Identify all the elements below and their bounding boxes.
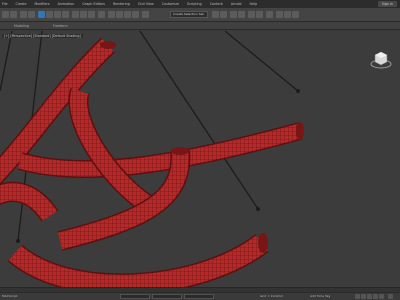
render-setup-icon[interactable] xyxy=(276,11,283,18)
scale-icon[interactable] xyxy=(88,11,95,18)
perspective-viewport[interactable]: [+] [Perspective] [Standard] [Default Sh… xyxy=(0,31,400,287)
chandelier-rings xyxy=(0,37,303,287)
tube-end-cap xyxy=(100,41,116,49)
menu-arnold[interactable]: Arnold xyxy=(231,2,242,6)
rotate-icon[interactable] xyxy=(80,11,87,18)
menu-animation[interactable]: Animation xyxy=(58,2,75,6)
sign-in-button[interactable]: Sign In xyxy=(377,1,397,7)
menu-civil-view[interactable]: Civil View xyxy=(138,2,154,6)
coord-y-field[interactable] xyxy=(152,294,182,299)
mirror-icon[interactable] xyxy=(212,11,219,18)
edit-named-selection-icon[interactable] xyxy=(142,11,149,18)
ribbon-toggle-icon[interactable] xyxy=(238,11,245,18)
percent-snap-icon[interactable] xyxy=(124,11,131,18)
previous-frame-icon[interactable] xyxy=(361,294,366,299)
tube-end-cap xyxy=(258,233,268,253)
menu-graph-editors[interactable]: Graph Editors xyxy=(82,2,105,6)
curve-editor-icon[interactable] xyxy=(248,11,255,18)
viewport-label[interactable]: [+] [Perspective] [Standard] [Default Sh… xyxy=(2,34,83,38)
tube-end-cap xyxy=(171,147,189,155)
maxscript-listener[interactable]: MAXScript xyxy=(2,294,17,298)
main-toolbar: Create Selection Set xyxy=(0,8,400,22)
play-icon[interactable] xyxy=(367,294,372,299)
grid-size-text: Grid = 10,0mm xyxy=(260,294,284,298)
selection-region-icon[interactable] xyxy=(54,11,61,18)
menu-create[interactable]: Create xyxy=(16,2,27,6)
coord-z-field[interactable] xyxy=(184,294,214,299)
cable-hook xyxy=(16,239,20,243)
cable-2 xyxy=(0,31,13,92)
align-icon[interactable] xyxy=(220,11,227,18)
cable-3 xyxy=(139,31,259,210)
menu-modifiers[interactable]: Modifiers xyxy=(35,2,50,6)
layer-explorer-icon[interactable] xyxy=(230,11,237,18)
status-bar: MAXScript Grid = 10,0mm Add Time Tag xyxy=(0,287,400,300)
unlink-icon[interactable] xyxy=(28,11,35,18)
viewcube-icon[interactable] xyxy=(370,49,392,69)
timeline-slider[interactable] xyxy=(0,288,400,293)
zoom-extents-icon[interactable] xyxy=(388,294,393,299)
window-crossing-icon[interactable] xyxy=(62,11,69,18)
material-editor-icon[interactable] xyxy=(266,11,273,18)
render-icon[interactable] xyxy=(292,11,299,18)
tube-end-cap xyxy=(296,122,304,140)
menu-rendering[interactable]: Rendering xyxy=(113,2,130,6)
rendered-frame-icon[interactable] xyxy=(284,11,291,18)
coord-x-field[interactable] xyxy=(120,294,150,299)
undo-icon[interactable] xyxy=(2,11,9,18)
go-to-start-icon[interactable] xyxy=(355,294,360,299)
scene-render xyxy=(0,31,304,287)
tab-freeform[interactable]: Freeform xyxy=(53,24,68,28)
add-time-tag-button[interactable]: Add Time Tag xyxy=(310,294,330,298)
spinner-snap-icon[interactable] xyxy=(132,11,139,18)
cable-hook xyxy=(296,89,300,93)
selection-set-dropdown[interactable]: Create Selection Set xyxy=(170,11,208,18)
go-to-end-icon[interactable] xyxy=(379,294,384,299)
menu-content[interactable]: Content xyxy=(210,2,223,6)
select-by-name-icon[interactable] xyxy=(46,11,53,18)
angle-snap-icon[interactable] xyxy=(116,11,123,18)
ribbon-tabs: Modeling Freeform xyxy=(0,22,400,30)
menu-scripting[interactable]: Scripting xyxy=(187,2,202,6)
cable-4 xyxy=(224,31,299,92)
cable-hook xyxy=(256,207,260,211)
select-object-icon[interactable] xyxy=(38,11,45,18)
tab-modeling[interactable]: Modeling xyxy=(14,24,29,28)
move-icon[interactable] xyxy=(72,11,79,18)
menu-help[interactable]: Help xyxy=(250,2,258,6)
pivot-icon[interactable] xyxy=(98,11,105,18)
menu-file[interactable]: File xyxy=(2,2,8,6)
link-icon[interactable] xyxy=(20,11,27,18)
snap-icon[interactable] xyxy=(108,11,115,18)
next-frame-icon[interactable] xyxy=(373,294,378,299)
menu-bar: File Create Modifiers Animation Graph Ed… xyxy=(0,0,400,8)
schematic-view-icon[interactable] xyxy=(256,11,263,18)
menu-customize[interactable]: Customize xyxy=(162,2,179,6)
redo-icon[interactable] xyxy=(10,11,17,18)
